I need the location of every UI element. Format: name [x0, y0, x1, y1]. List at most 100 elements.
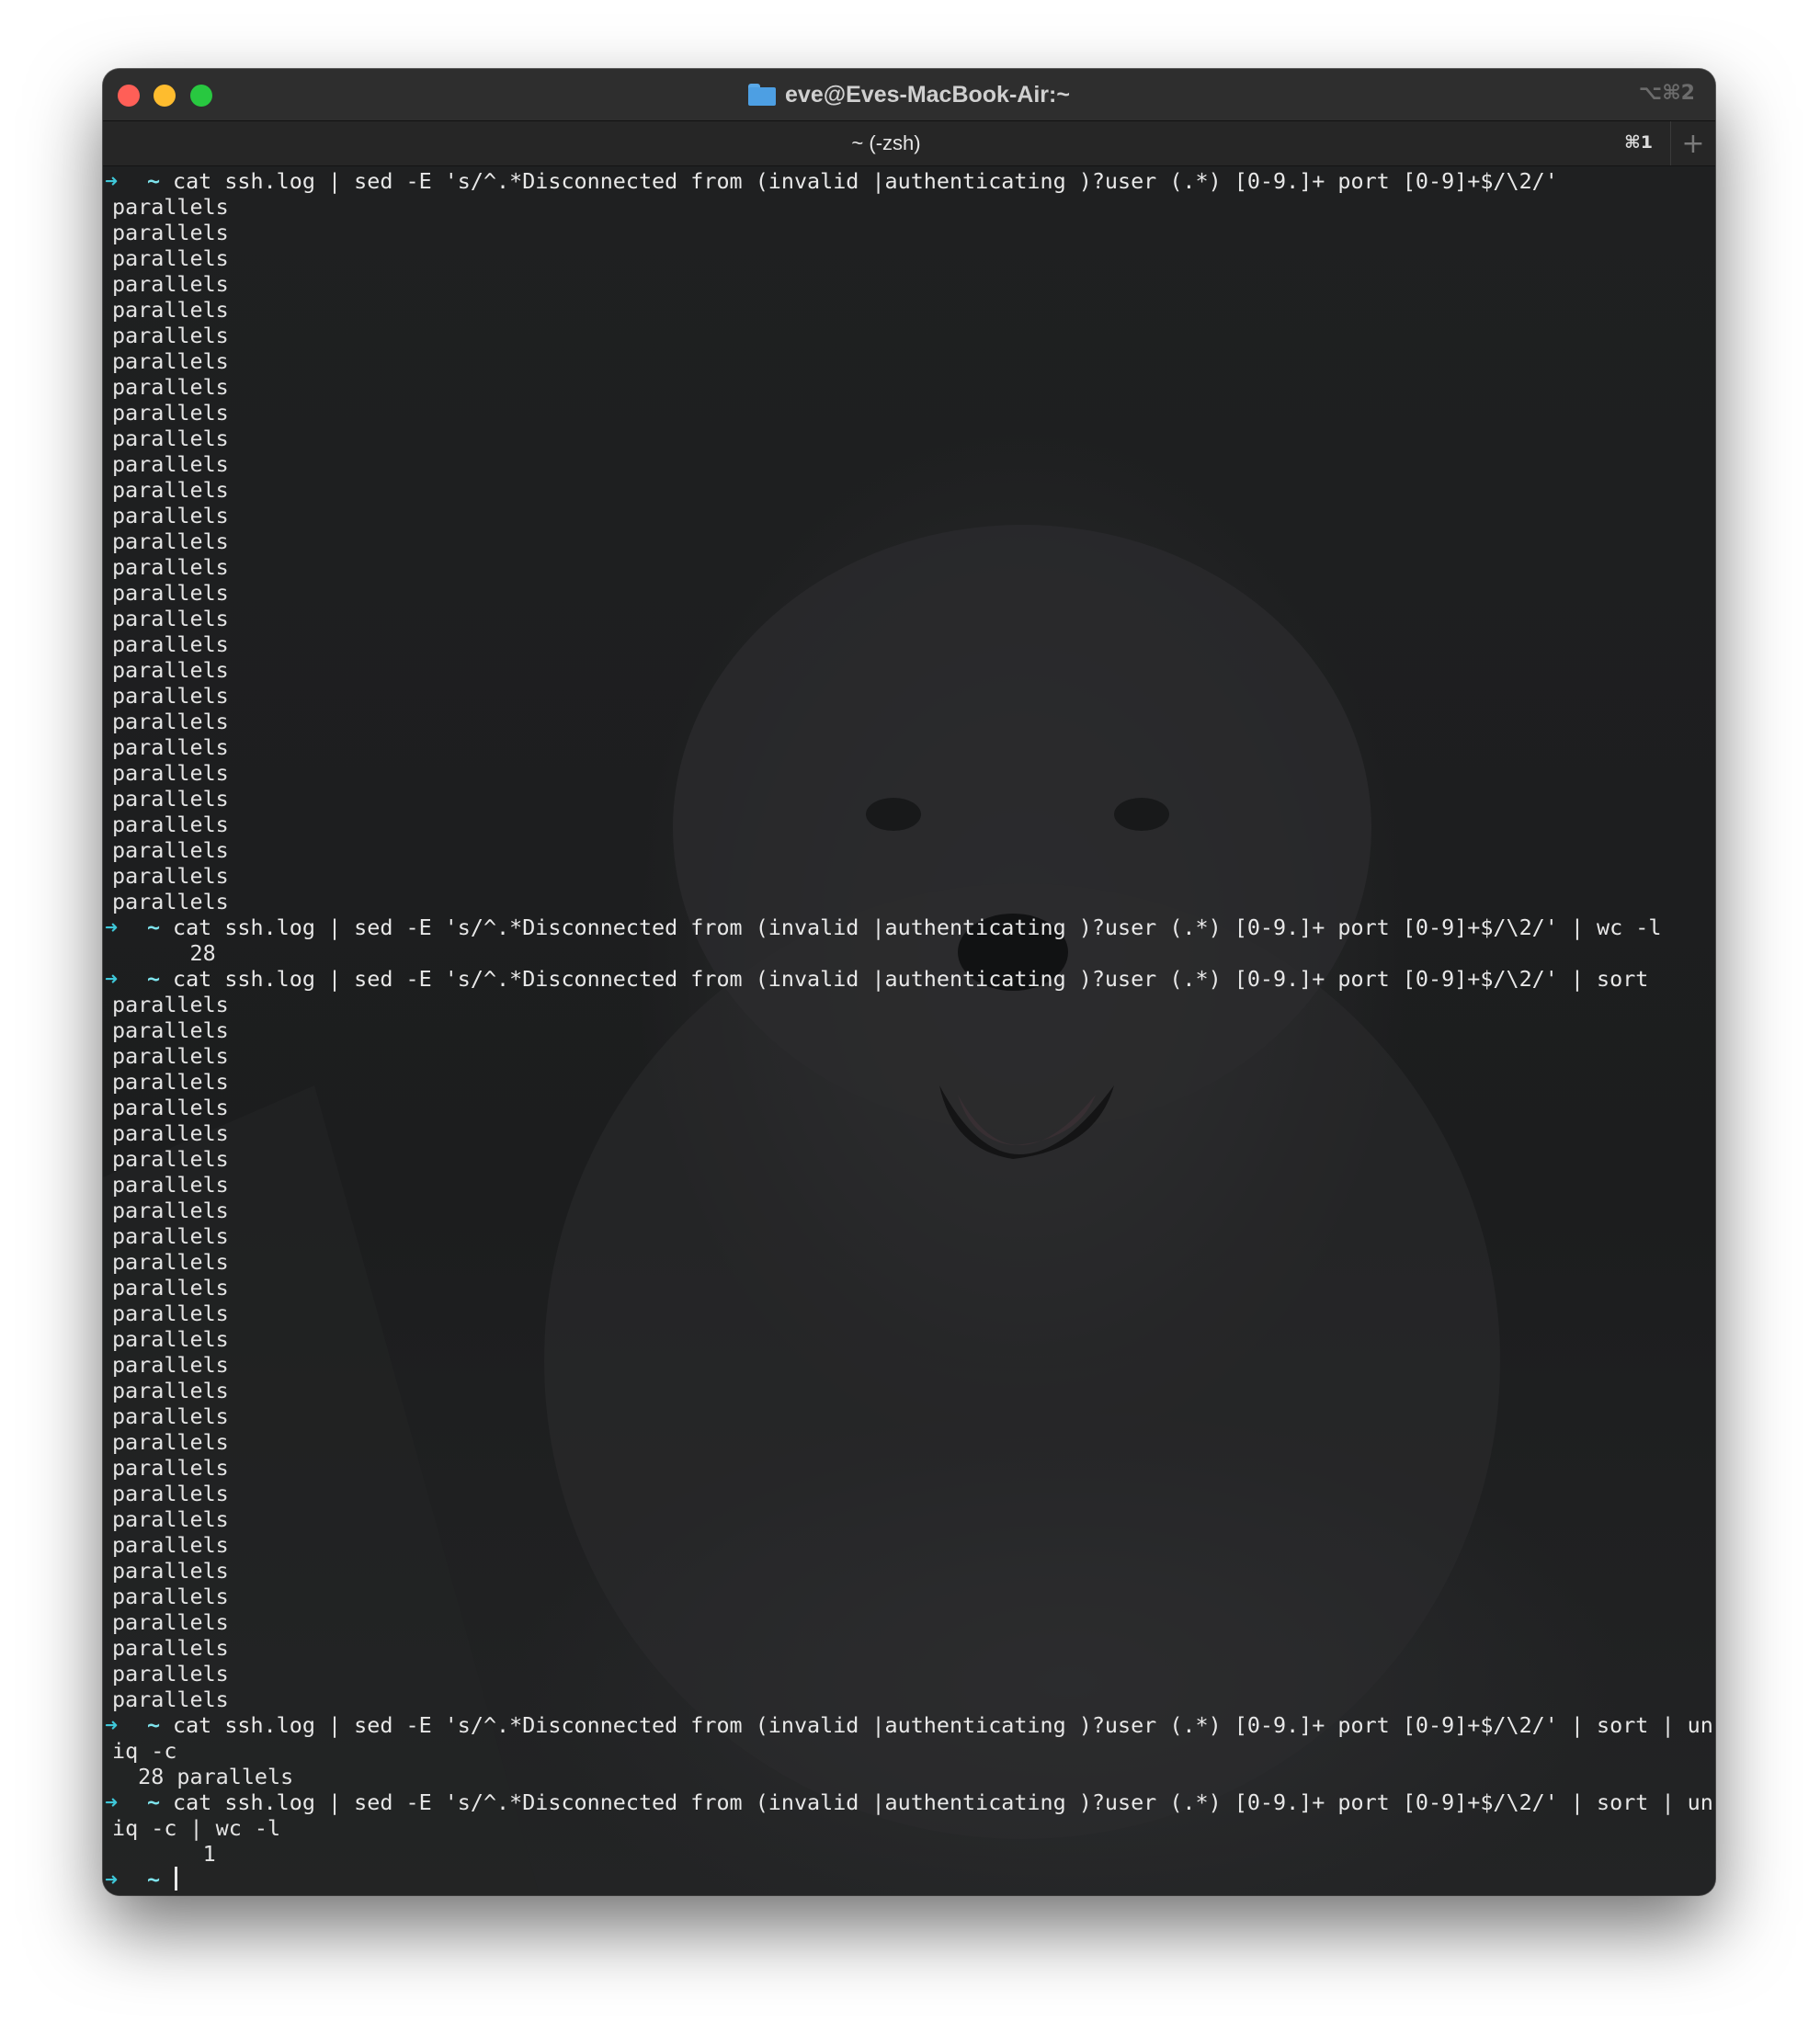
- prompt-directory: ~: [147, 1789, 161, 1815]
- output-text: parallels: [112, 837, 229, 863]
- output-line: parallels: [103, 1455, 1715, 1481]
- output-line: parallels: [103, 1506, 1715, 1532]
- output-text: parallels: [112, 348, 229, 374]
- output-text: parallels: [112, 503, 229, 528]
- tab-zsh[interactable]: ~ (-zsh): [103, 121, 1669, 165]
- output-text: parallels: [112, 477, 229, 503]
- output-line: 28 parallels: [103, 1764, 1715, 1789]
- output-line: parallels: [103, 1609, 1715, 1635]
- output-line: parallels: [103, 1069, 1715, 1095]
- output-text: parallels: [112, 889, 229, 914]
- output-line: parallels: [103, 1172, 1715, 1198]
- output-line: parallels: [103, 657, 1715, 683]
- output-line: parallels: [103, 580, 1715, 606]
- output-line: parallels: [103, 1532, 1715, 1558]
- output-text: parallels: [112, 1661, 229, 1687]
- output-text: parallels: [112, 323, 229, 348]
- text-cursor: [175, 1867, 177, 1891]
- output-text: parallels: [112, 1223, 229, 1249]
- output-text: parallels: [112, 245, 229, 271]
- output-line: parallels: [103, 837, 1715, 863]
- output-line: parallels: [103, 1017, 1715, 1043]
- output-text: parallels: [112, 1481, 229, 1506]
- output-line: parallels: [103, 1481, 1715, 1506]
- output-line: parallels: [103, 631, 1715, 657]
- output-text: parallels: [112, 1584, 229, 1609]
- terminal-window: eve@Eves-MacBook-Air:~ ⌥⌘2 ~ (-zsh) ⌘1 +…: [103, 69, 1715, 1895]
- output-line: parallels: [103, 1429, 1715, 1455]
- folder-icon: [748, 84, 777, 106]
- command-line: ➜ ~ cat ssh.log | sed -E 's/^.*Disconnecte…: [103, 1712, 1715, 1738]
- output-line: parallels: [103, 1661, 1715, 1687]
- prompt-arrow-icon: ➜: [105, 1867, 119, 1892]
- output-line: parallels: [103, 1378, 1715, 1403]
- terminal-output-area[interactable]: ➜ ~ cat ssh.log | sed -E 's/^.*Disconnecte…: [103, 166, 1715, 1895]
- output-text: parallels: [112, 760, 229, 786]
- output-line: parallels: [103, 1635, 1715, 1661]
- output-text: parallels: [112, 1506, 229, 1532]
- output-text: parallels: [112, 528, 229, 554]
- output-text: parallels: [112, 1609, 229, 1635]
- prompt-directory: ~: [147, 966, 161, 992]
- output-line: 28: [103, 940, 1715, 966]
- output-line: parallels: [103, 606, 1715, 631]
- output-line: parallels: [103, 1300, 1715, 1326]
- output-line: parallels: [103, 1584, 1715, 1609]
- output-line: parallels: [103, 245, 1715, 271]
- output-text: parallels: [112, 1300, 229, 1326]
- output-text: parallels: [112, 1275, 229, 1300]
- prompt-arrow-icon: ➜: [105, 1712, 119, 1738]
- output-line: parallels: [103, 1120, 1715, 1146]
- output-text: parallels: [112, 992, 229, 1017]
- output-text: parallels: [112, 194, 229, 220]
- tab-shortcut-label: ⌘1: [1624, 132, 1653, 153]
- command-line: ➜ ~ cat ssh.log | sed -E 's/^.*Disconnecte…: [103, 966, 1715, 992]
- output-text: parallels: [112, 1146, 229, 1172]
- output-text: parallels: [112, 657, 229, 683]
- output-text: parallels: [112, 297, 229, 323]
- output-line: parallels: [103, 477, 1715, 503]
- output-line: parallels: [103, 220, 1715, 245]
- output-line: parallels: [103, 194, 1715, 220]
- command-line: ➜ ~ cat ssh.log | sed -E 's/^.*Disconnecte…: [103, 1789, 1715, 1815]
- output-line: parallels: [103, 863, 1715, 889]
- output-text: parallels: [112, 1532, 229, 1558]
- command-text: cat ssh.log | sed -E 's/^.*Disconnected …: [173, 1789, 1713, 1815]
- output-text: parallels: [112, 1455, 229, 1481]
- output-line: parallels: [103, 374, 1715, 400]
- title-bar[interactable]: eve@Eves-MacBook-Air:~ ⌥⌘2: [103, 69, 1715, 121]
- output-line: parallels: [103, 1326, 1715, 1352]
- plus-icon: +: [1681, 127, 1705, 160]
- output-line: parallels: [103, 1198, 1715, 1223]
- output-text: parallels: [112, 1429, 229, 1455]
- terminal-lines: ➜ ~ cat ssh.log | sed -E 's/^.*Disconnecte…: [103, 168, 1715, 1892]
- output-line: parallels: [103, 786, 1715, 812]
- output-text: parallels: [112, 1558, 229, 1584]
- prompt-arrow-icon: ➜: [105, 914, 119, 940]
- new-tab-button[interactable]: +: [1670, 121, 1715, 165]
- output-line: parallels: [103, 734, 1715, 760]
- output-line: parallels: [103, 348, 1715, 374]
- output-line: parallels: [103, 1558, 1715, 1584]
- output-text: 28: [112, 940, 216, 966]
- output-line: parallels: [103, 683, 1715, 709]
- command-text: cat ssh.log | sed -E 's/^.*Disconnected …: [173, 168, 1558, 194]
- output-text: parallels: [112, 1172, 229, 1198]
- output-text: parallels: [112, 580, 229, 606]
- output-text: parallels: [112, 1198, 229, 1223]
- output-text: parallels: [112, 786, 229, 812]
- output-text: iq -c: [112, 1738, 177, 1764]
- output-text: parallels: [112, 1017, 229, 1043]
- output-line: parallels: [103, 528, 1715, 554]
- output-text: parallels: [112, 1095, 229, 1120]
- window-title-group: eve@Eves-MacBook-Air:~: [103, 69, 1715, 120]
- output-text: 1: [112, 1841, 216, 1867]
- output-text: parallels: [112, 1352, 229, 1378]
- output-text: parallels: [112, 606, 229, 631]
- output-text: parallels: [112, 426, 229, 451]
- output-line: parallels: [103, 709, 1715, 734]
- command-text: cat ssh.log | sed -E 's/^.*Disconnected …: [173, 966, 1649, 992]
- output-text: parallels: [112, 451, 229, 477]
- output-text: parallels: [112, 220, 229, 245]
- output-line: parallels: [103, 503, 1715, 528]
